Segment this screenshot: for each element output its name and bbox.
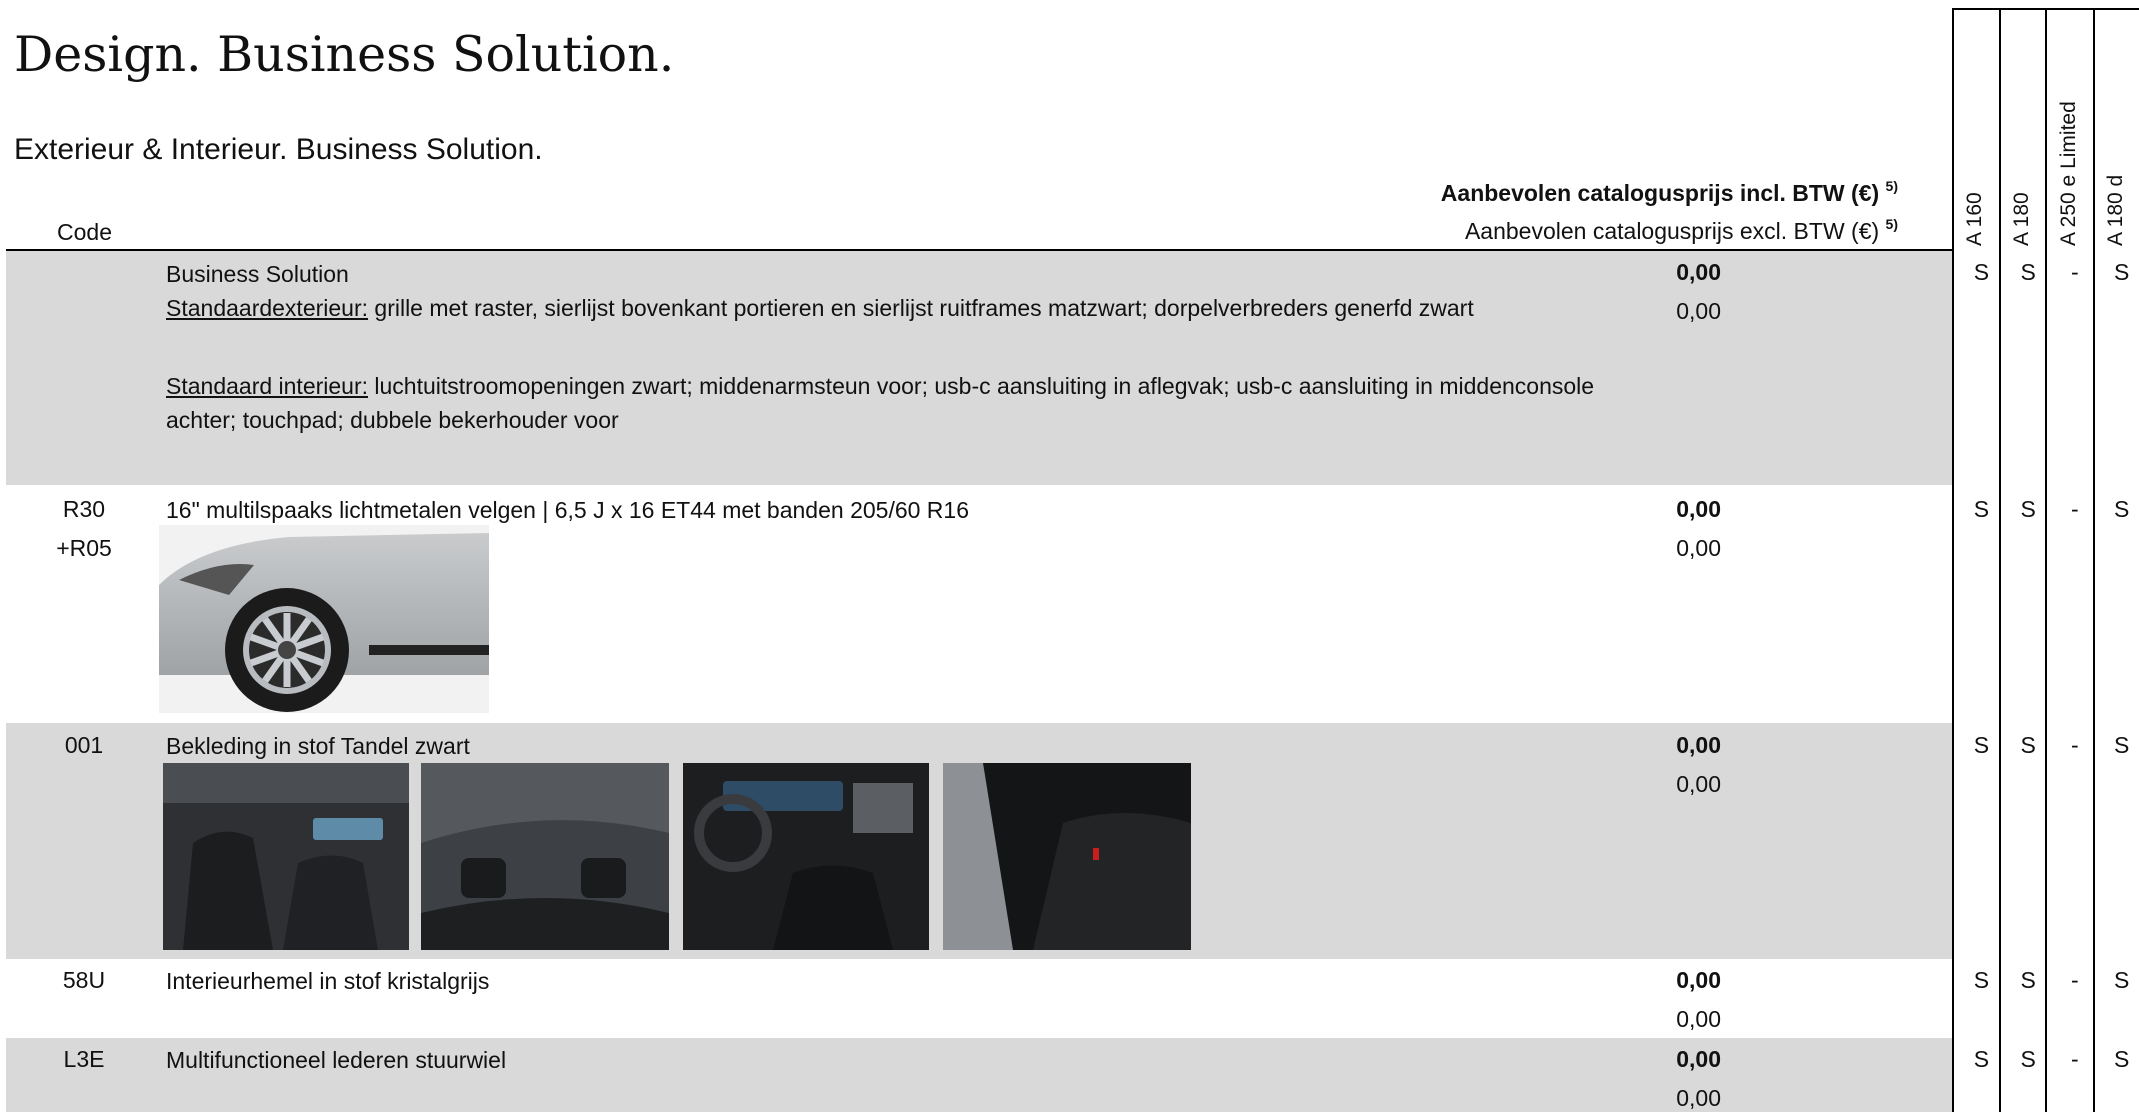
column-divider bbox=[1952, 8, 1954, 1112]
availability-a180d: S bbox=[2113, 259, 2130, 285]
availability-cells: S S - S bbox=[1958, 490, 2139, 529]
column-divider bbox=[2045, 8, 2047, 1112]
price-excl-value: 0,00 bbox=[1676, 1085, 1721, 1111]
option-description: Bekleding in stof Tandel zwart bbox=[166, 733, 470, 759]
price-excl-value: 0,00 bbox=[1676, 1006, 1721, 1032]
footnote-marker: 5) bbox=[1885, 216, 1898, 232]
model-header-a180d: A 180 d bbox=[2104, 174, 2127, 246]
footnote-marker: 5) bbox=[1885, 178, 1898, 194]
table-row: L3E Multifunctioneel lederen stuurwiel 0… bbox=[6, 1038, 2129, 1112]
price-incl-value: 0,00 bbox=[1676, 1046, 1721, 1072]
table-row: R30 +R05 16" multilspaaks lichtmetalen v… bbox=[6, 485, 2129, 723]
table-row: 001 Bekleding in stof Tandel zwart 0,00 … bbox=[6, 723, 2129, 959]
option-code: L3E bbox=[63, 1046, 105, 1072]
interior-paragraph: Standaard interieur: luchtuitstroomopeni… bbox=[166, 369, 1636, 437]
price-excl-value: 0,00 bbox=[1676, 535, 1721, 561]
model-header-a180: A 180 bbox=[2010, 192, 2033, 246]
option-title: Business Solution bbox=[166, 261, 349, 287]
price-cell: 0,00 0,00 bbox=[1676, 726, 1721, 804]
availability-cells: S S - S bbox=[1958, 961, 2139, 1000]
page-title: Design. Business Solution. bbox=[14, 26, 675, 83]
price-excl-value: 0,00 bbox=[1676, 298, 1721, 324]
availability-a250e: - bbox=[2071, 496, 2079, 522]
price-incl-value: 0,00 bbox=[1676, 732, 1721, 758]
model-header-a160: A 160 bbox=[1963, 192, 1986, 246]
model-header-a250e-limited: A 250 e Limited bbox=[2057, 101, 2080, 246]
availability-a160: S bbox=[1973, 1046, 1990, 1072]
availability-a180d: S bbox=[2113, 1046, 2130, 1072]
availability-a160: S bbox=[1973, 496, 1990, 522]
interior-text: luchtuitstroomopeningen zwart; middenarm… bbox=[166, 373, 1595, 433]
price-cell: 0,00 0,00 bbox=[1676, 1040, 1721, 1118]
price-excl-value: 0,00 bbox=[1676, 771, 1721, 797]
availability-a250e: - bbox=[2071, 259, 2079, 285]
availability-cells: S S - S bbox=[1958, 1040, 2139, 1079]
wheel-photo bbox=[159, 525, 489, 713]
availability-a250e: - bbox=[2071, 1046, 2079, 1072]
column-divider bbox=[1999, 8, 2001, 1112]
exterior-text: grille met raster, sierlijst bovenkant p… bbox=[368, 295, 1474, 321]
option-description: Multifunctioneel lederen stuurwiel bbox=[166, 1047, 507, 1073]
price-excl-label: Aanbevolen catalogusprijs excl. BTW (€) bbox=[1464, 218, 1880, 244]
price-cell: 0,00 0,00 bbox=[1676, 253, 1721, 331]
availability-a160: S bbox=[1973, 259, 1990, 285]
availability-a180d: S bbox=[2113, 967, 2130, 993]
option-code-block: R30 +R05 bbox=[6, 490, 162, 568]
availability-a250e: - bbox=[2071, 732, 2079, 758]
interior-label: Standaard interieur: bbox=[166, 373, 369, 399]
interior-photo bbox=[943, 763, 1191, 950]
option-description: Interieurhemel in stof kristalgrijs bbox=[166, 968, 490, 994]
code-header: Code bbox=[57, 219, 112, 245]
interior-photo bbox=[683, 763, 929, 950]
availability-a160: S bbox=[1973, 967, 1990, 993]
option-description: Business Solution Standaardexterieur: gr… bbox=[166, 257, 1666, 437]
interior-photo bbox=[421, 763, 669, 950]
price-cell: 0,00 0,00 bbox=[1676, 490, 1721, 568]
table-row: Business Solution Standaardexterieur: gr… bbox=[6, 251, 2129, 485]
availability-cells: S S - S bbox=[1958, 253, 2139, 292]
price-incl-header: Aanbevolen catalogusprijs incl. BTW (€) … bbox=[1441, 178, 1898, 207]
price-excl-header: Aanbevolen catalogusprijs excl. BTW (€) … bbox=[1465, 216, 1898, 245]
option-code: 001 bbox=[64, 732, 104, 758]
availability-cells: S S - S bbox=[1958, 726, 2139, 765]
price-incl-value: 0,00 bbox=[1676, 496, 1721, 522]
price-incl-value: 0,00 bbox=[1676, 967, 1721, 993]
availability-a180d: S bbox=[2113, 496, 2130, 522]
column-divider bbox=[2093, 8, 2095, 1112]
interior-photo bbox=[163, 763, 409, 950]
exterior-paragraph: Standaardexterieur: grille met raster, s… bbox=[166, 291, 1666, 325]
availability-a160: S bbox=[1973, 732, 1990, 758]
option-description: 16" multilspaaks lichtmetalen velgen | 6… bbox=[166, 497, 970, 523]
availability-a250e: - bbox=[2071, 967, 2079, 993]
option-code-secondary: +R05 bbox=[56, 535, 112, 561]
section-title: Exterieur & Interieur. Business Solution… bbox=[14, 133, 543, 166]
price-incl-label: Aanbevolen catalogusprijs incl. BTW (€) bbox=[1440, 180, 1880, 206]
table-row: 58U Interieurhemel in stof kristalgrijs … bbox=[6, 959, 2129, 1039]
price-cell: 0,00 0,00 bbox=[1676, 961, 1721, 1039]
option-code: 58U bbox=[62, 967, 106, 993]
exterior-label: Standaardexterieur: bbox=[166, 295, 369, 321]
price-incl-value: 0,00 bbox=[1676, 259, 1721, 285]
availability-a180d: S bbox=[2113, 732, 2130, 758]
option-code: R30 bbox=[62, 496, 106, 522]
